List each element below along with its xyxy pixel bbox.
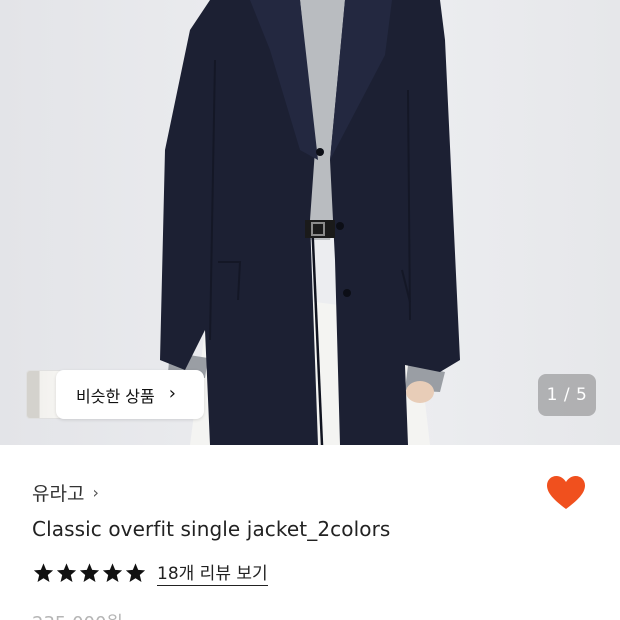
chevron-right-icon: › — [92, 483, 99, 502]
star-icon — [56, 562, 77, 582]
star-icon — [79, 562, 100, 582]
brand-link[interactable]: 유라고 › — [32, 479, 99, 506]
similar-product-thumbnail — [26, 370, 60, 419]
review-link[interactable]: 18개 리뷰 보기 — [157, 559, 268, 586]
product-title: Classic overfit single jacket_2colors — [32, 517, 391, 541]
similar-products-button[interactable]: 비슷한 상품 › — [26, 370, 204, 419]
star-icon — [102, 562, 123, 582]
product-price: 235,000원 — [32, 609, 123, 620]
heart-icon[interactable] — [546, 475, 586, 511]
product-image[interactable]: 비슷한 상품 › 1 / 5 — [0, 0, 620, 445]
image-counter: 1 / 5 — [538, 374, 596, 416]
star-icon — [33, 562, 54, 582]
rating-row: 18개 리뷰 보기 — [32, 559, 268, 586]
product-info: 유라고 › Classic overfit single jacket_2col… — [32, 445, 592, 620]
brand-name: 유라고 — [32, 483, 85, 505]
star-icon — [125, 562, 146, 582]
chevron-right-icon: › — [168, 383, 176, 404]
rating-stars — [32, 562, 147, 584]
similar-products-label: 비슷한 상품 — [76, 386, 155, 406]
similar-products-pill[interactable]: 비슷한 상품 › — [56, 370, 204, 419]
